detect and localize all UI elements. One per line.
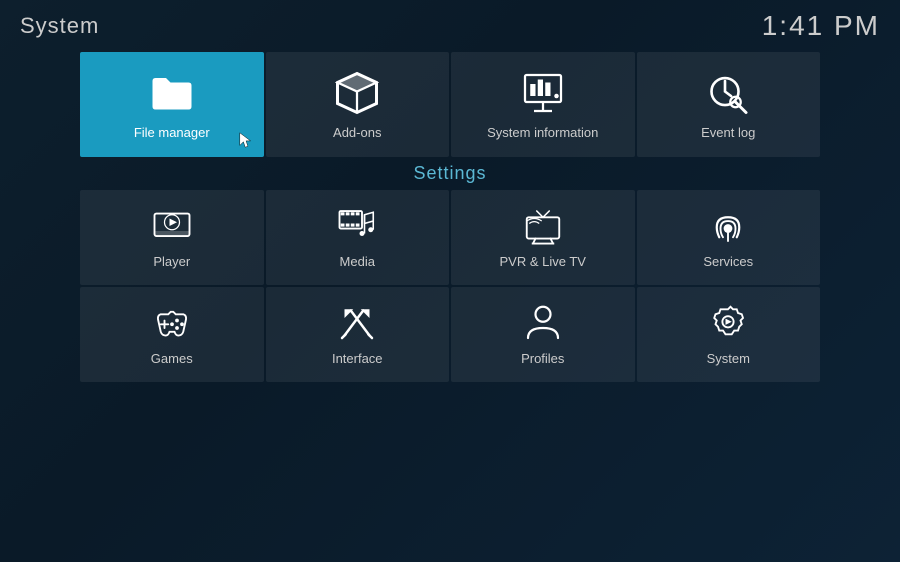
media-icon (337, 206, 377, 246)
profiles-icon (523, 303, 563, 343)
games-icon (152, 303, 192, 343)
tile-player-label: Player (153, 254, 190, 269)
pvr-icon (523, 206, 563, 246)
services-icon (708, 206, 748, 246)
tile-system-information-label: System information (487, 125, 598, 140)
tile-system-information[interactable]: System information (451, 52, 635, 157)
tile-interface-label: Interface (332, 351, 383, 366)
settings-row-1: Player (80, 190, 820, 285)
tile-system[interactable]: System (637, 287, 821, 382)
settings-grid: Player (80, 190, 820, 382)
top-row: File manager Add-ons (0, 52, 900, 157)
settings-title: Settings (80, 163, 820, 184)
tile-pvr-label: PVR & Live TV (500, 254, 586, 269)
system-icon (708, 303, 748, 343)
system-info-icon (519, 69, 567, 117)
tile-services[interactable]: Services (637, 190, 821, 285)
tile-add-ons-label: Add-ons (333, 125, 381, 140)
tile-media-label: Media (340, 254, 375, 269)
tile-services-label: Services (703, 254, 753, 269)
tile-add-ons[interactable]: Add-ons (266, 52, 450, 157)
tile-event-log-label: Event log (701, 125, 755, 140)
addons-icon (333, 69, 381, 117)
tile-player[interactable]: Player (80, 190, 264, 285)
settings-section: Settings Player (0, 163, 900, 382)
player-icon (152, 206, 192, 246)
tile-file-manager-label: File manager (134, 125, 210, 140)
clock: 1:41 PM (762, 10, 880, 42)
header: System 1:41 PM (0, 0, 900, 52)
settings-row-2: Games Interface (80, 287, 820, 382)
tile-pvr-live-tv[interactable]: PVR & Live TV (451, 190, 635, 285)
app-title: System (20, 13, 99, 39)
tile-media[interactable]: Media (266, 190, 450, 285)
tile-file-manager[interactable]: File manager (80, 52, 264, 157)
event-log-icon (704, 69, 752, 117)
tile-interface[interactable]: Interface (266, 287, 450, 382)
tile-event-log[interactable]: Event log (637, 52, 821, 157)
folder-icon (148, 69, 196, 117)
interface-icon (337, 303, 377, 343)
tile-profiles-label: Profiles (521, 351, 564, 366)
tile-games[interactable]: Games (80, 287, 264, 382)
cursor-icon (238, 131, 256, 149)
tile-system-label: System (707, 351, 750, 366)
tile-profiles[interactable]: Profiles (451, 287, 635, 382)
tile-games-label: Games (151, 351, 193, 366)
